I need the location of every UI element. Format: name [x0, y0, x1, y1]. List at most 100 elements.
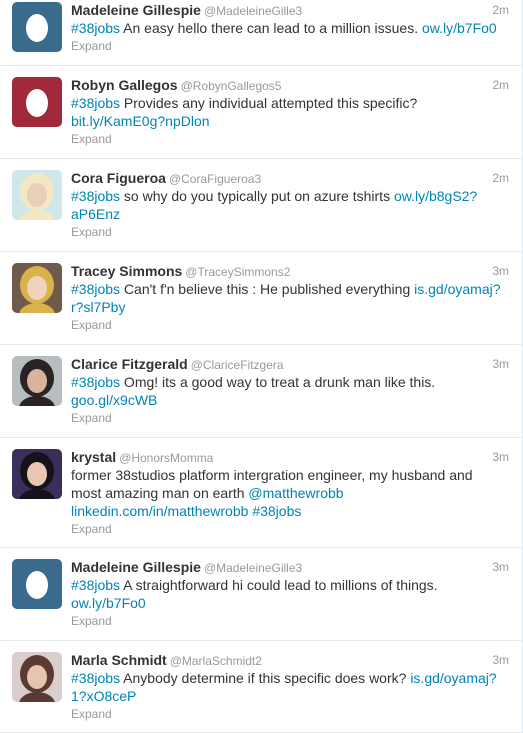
avatar[interactable]: [12, 263, 62, 313]
tweet-text: #38jobs Omg! its a good way to treat a d…: [71, 373, 509, 409]
tweet-text-segment: so why do you typically put on azure tsh…: [120, 188, 394, 204]
tweet-text: #38jobs Can't f'n believe this : He publ…: [71, 280, 509, 316]
tweet-text: #38jobs Provides any individual attempte…: [71, 94, 509, 130]
avatar[interactable]: [12, 652, 62, 702]
tweet-link[interactable]: ow.ly/b7Fo0: [71, 595, 146, 611]
author-fullname[interactable]: Robyn Gallegos: [71, 77, 178, 93]
tweet-link[interactable]: bit.ly/KamE0g?npDlon: [71, 113, 210, 129]
tweet-link[interactable]: #38jobs: [71, 188, 120, 204]
tweet-text-line: #38jobs An easy hello there can lead to …: [71, 19, 509, 37]
tweet-link[interactable]: #38jobs: [71, 374, 120, 390]
avatar[interactable]: [12, 559, 62, 609]
author-username[interactable]: @TraceySimmons2: [185, 265, 290, 279]
expand-link[interactable]: Expand: [71, 613, 509, 629]
face-shape: [27, 183, 47, 207]
tweet-link[interactable]: #38jobs: [71, 281, 120, 297]
tweet-text: #38jobs so why do you typically put on a…: [71, 187, 509, 223]
author-fullname[interactable]: Cora Figueroa: [71, 170, 166, 186]
tweet-feed: Madeleine Gillespie @MadeleineGille3 2m #38…: [0, 0, 523, 733]
author-username[interactable]: @MarlaSchmidt2: [170, 654, 262, 668]
author-fullname[interactable]: Marla Schmidt: [71, 652, 167, 668]
tweet-link[interactable]: goo.gl/x9cWB: [71, 392, 157, 408]
tweet-header: Madeleine Gillespie @MadeleineGille3 2m: [71, 1, 509, 19]
tweet-text-line: #38jobs Provides any individual attempte…: [71, 94, 509, 112]
tweet-text-segment: Anybody determine if this specific does …: [120, 670, 411, 686]
expand-link[interactable]: Expand: [71, 317, 509, 333]
tweet-content: Cora Figueroa @CoraFigueroa3 2m #38jobs so …: [71, 169, 509, 240]
tweet-text-line: linkedin.com/in/matthewrobb #38jobs: [71, 502, 509, 520]
tweet-timestamp[interactable]: 2m: [492, 1, 509, 19]
tweet-text-line: #38jobs A straightforward hi could lead …: [71, 576, 509, 594]
author-fullname[interactable]: Tracey Simmons: [71, 263, 182, 279]
author-fullname[interactable]: Clarice Fitzgerald: [71, 356, 188, 372]
face-shape: [27, 276, 47, 300]
expand-link[interactable]: Expand: [71, 38, 509, 54]
tweet-text-segment: former 38studios platform intergration e…: [71, 467, 473, 483]
tweet-timestamp[interactable]: 3m: [492, 651, 509, 669]
tweet-text-segment: Provides any individual attempted this s…: [120, 95, 418, 111]
tweet-timestamp[interactable]: 3m: [492, 355, 509, 373]
tweet-item[interactable]: krystal @HonorsMomma 3m former 38studios pl…: [0, 438, 522, 548]
tweet-link[interactable]: ow.ly/b8gS2?: [394, 188, 477, 204]
tweet-timestamp[interactable]: 3m: [492, 558, 509, 576]
author-fullname[interactable]: krystal: [71, 449, 116, 465]
tweet-item[interactable]: Madeleine Gillespie @MadeleineGille3 3m #38…: [0, 548, 522, 641]
tweet-link[interactable]: #38jobs: [252, 503, 301, 519]
avatar[interactable]: [12, 2, 62, 52]
author-username[interactable]: @CoraFigueroa3: [169, 172, 261, 186]
tweet-item[interactable]: Robyn Gallegos @RobynGallegos5 2m #38jobs P…: [0, 66, 522, 159]
tweet-text-segment: Can't f'n believe this : He published ev…: [120, 281, 415, 297]
tweet-header: Robyn Gallegos @RobynGallegos5 2m: [71, 76, 509, 94]
tweet-link[interactable]: #38jobs: [71, 670, 120, 686]
author-username[interactable]: @HonorsMomma: [119, 451, 213, 465]
tweet-link[interactable]: #38jobs: [71, 95, 120, 111]
tweet-item[interactable]: Marla Schmidt @MarlaSchmidt2 3m #38jobs Any…: [0, 641, 522, 733]
tweet-timestamp[interactable]: 3m: [492, 262, 509, 280]
tweet-link[interactable]: ow.ly/b7Fo0: [422, 20, 497, 36]
tweet-item[interactable]: Cora Figueroa @CoraFigueroa3 2m #38jobs so …: [0, 159, 522, 252]
tweet-item[interactable]: Clarice Fitzgerald @ClariceFitzgera 3m #38j…: [0, 345, 522, 438]
tweet-item[interactable]: Tracey Simmons @TraceySimmons2 3m #38jobs C…: [0, 252, 522, 345]
tweet-link[interactable]: aP6Enz: [71, 206, 120, 222]
tweet-text-line: #38jobs Omg! its a good way to treat a d…: [71, 373, 509, 391]
tweet-timestamp[interactable]: 3m: [492, 448, 509, 466]
author-username[interactable]: @ClariceFitzgera: [191, 358, 284, 372]
tweet-content: Madeleine Gillespie @MadeleineGille3 3m #38…: [71, 558, 509, 629]
avatar[interactable]: [12, 170, 62, 220]
tweet-link[interactable]: @matthewrobb: [248, 485, 343, 501]
avatar[interactable]: [12, 77, 62, 127]
expand-link[interactable]: Expand: [71, 521, 509, 537]
expand-link[interactable]: Expand: [71, 131, 509, 147]
avatar[interactable]: [12, 356, 62, 406]
tweet-content: Clarice Fitzgerald @ClariceFitzgera 3m #38j…: [71, 355, 509, 426]
tweet-link[interactable]: is.gd/oyamaj?: [414, 281, 500, 297]
tweet-link[interactable]: r?sl7Pby: [71, 299, 125, 315]
author-username[interactable]: @MadeleineGille3: [204, 561, 302, 575]
expand-link[interactable]: Expand: [71, 706, 509, 722]
tweet-text: #38jobs An easy hello there can lead to …: [71, 19, 509, 37]
tweet-link[interactable]: #38jobs: [71, 577, 120, 593]
tweet-link[interactable]: #38jobs: [71, 20, 120, 36]
tweet-text: #38jobs Anybody determine if this specif…: [71, 669, 509, 705]
author-username[interactable]: @RobynGallegos5: [181, 79, 282, 93]
egg-icon: [26, 89, 48, 117]
tweet-link[interactable]: 1?xO8ceP: [71, 688, 136, 704]
tweet-link[interactable]: linkedin.com/in/matthewrobb: [71, 503, 248, 519]
tweet-item[interactable]: Madeleine Gillespie @MadeleineGille3 2m #38…: [0, 0, 522, 66]
tweet-header: Tracey Simmons @TraceySimmons2 3m: [71, 262, 509, 280]
tweet-text-line: former 38studios platform intergration e…: [71, 466, 509, 484]
tweet-text-line: ow.ly/b7Fo0: [71, 594, 509, 612]
tweet-content: krystal @HonorsMomma 3m former 38studios pl…: [71, 448, 509, 537]
tweet-link[interactable]: is.gd/oyamaj?: [410, 670, 496, 686]
author-username[interactable]: @MadeleineGille3: [204, 4, 302, 18]
egg-icon: [26, 571, 48, 599]
avatar[interactable]: [12, 449, 62, 499]
tweet-timestamp[interactable]: 2m: [492, 76, 509, 94]
author-fullname[interactable]: Madeleine Gillespie: [71, 559, 201, 575]
expand-link[interactable]: Expand: [71, 224, 509, 240]
tweet-timestamp[interactable]: 2m: [492, 169, 509, 187]
tweet-text: former 38studios platform intergration e…: [71, 466, 509, 520]
author-fullname[interactable]: Madeleine Gillespie: [71, 2, 201, 18]
expand-link[interactable]: Expand: [71, 410, 509, 426]
tweet-content: Robyn Gallegos @RobynGallegos5 2m #38jobs P…: [71, 76, 509, 147]
